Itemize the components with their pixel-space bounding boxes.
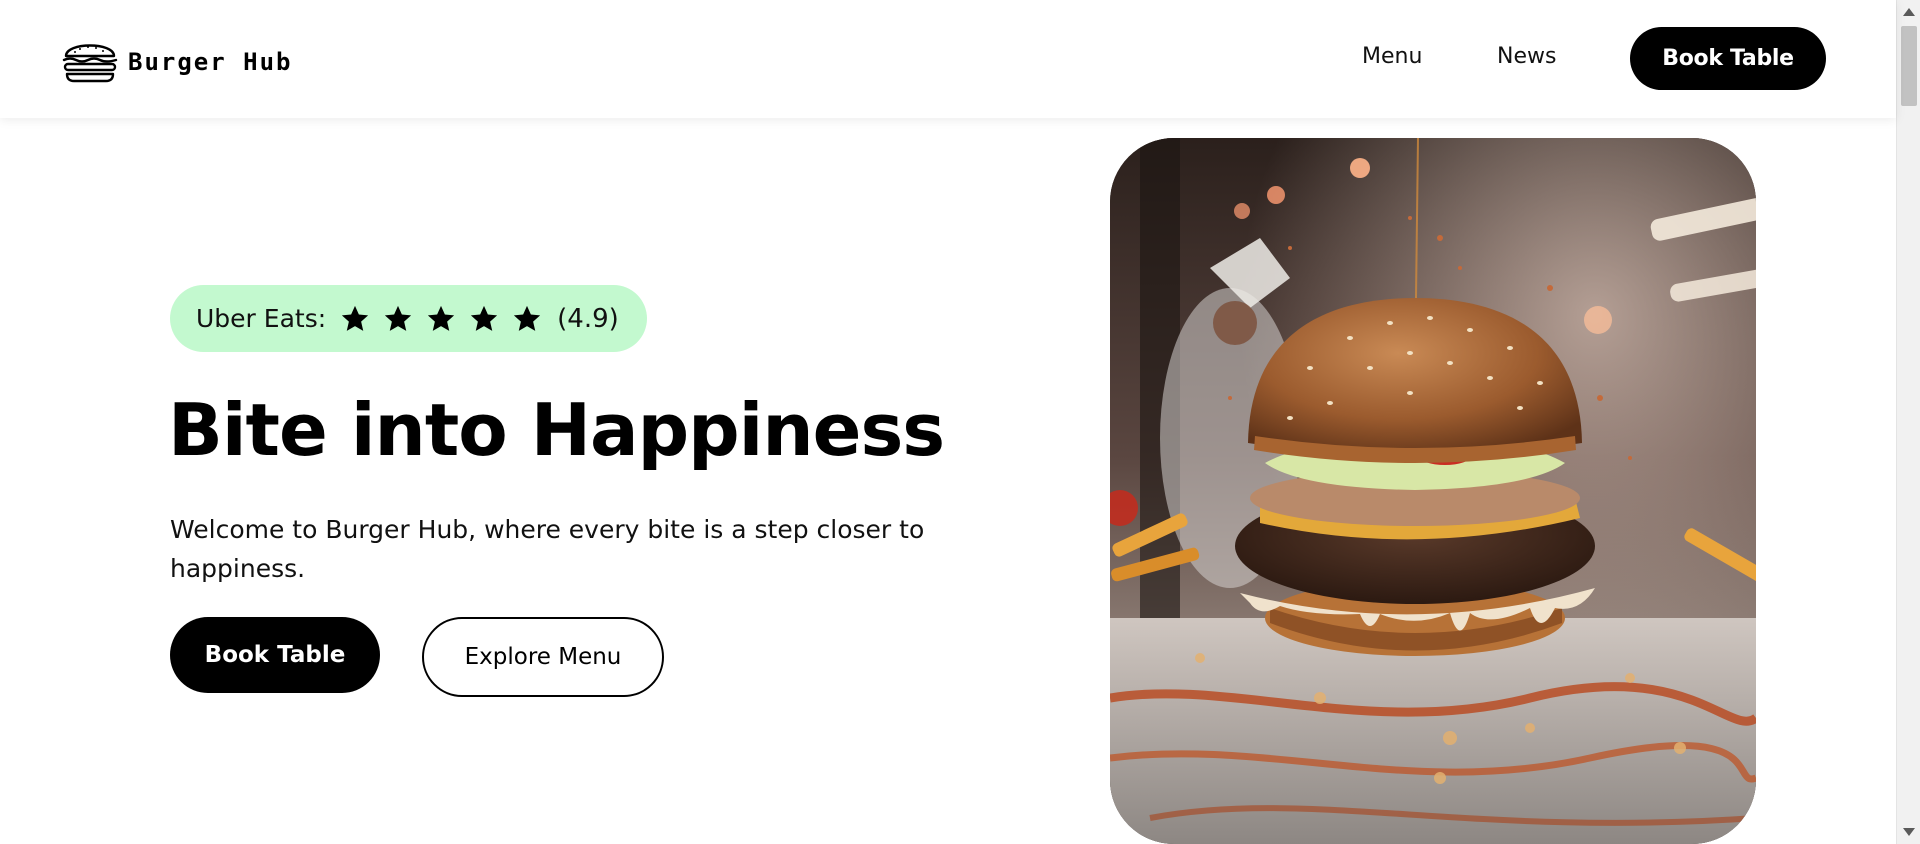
rating-label: Uber Eats: [196, 304, 327, 333]
hero-title: Bite into Happiness [168, 388, 945, 472]
rating-stars [340, 304, 555, 334]
star-icon [428, 305, 455, 331]
brand-logo[interactable]: Burger Hub [60, 36, 293, 84]
burger-photo [1110, 138, 1756, 844]
hero-burger-image [1110, 138, 1756, 844]
rating-badge: Uber Eats: (4.9) [170, 285, 647, 352]
star-icon [342, 305, 369, 331]
star-icon [514, 305, 541, 331]
site-header: Burger Hub Menu News Book Table [0, 0, 1896, 118]
scroll-thumb[interactable] [1901, 26, 1917, 106]
nav-news-link[interactable]: News [1497, 44, 1556, 69]
scroll-up-arrow-icon[interactable] [1903, 8, 1915, 16]
header-book-table-button[interactable]: Book Table [1630, 27, 1826, 90]
star-icon [385, 305, 412, 331]
explore-menu-button[interactable]: Explore Menu [422, 617, 664, 697]
page-scrollbar[interactable] [1896, 0, 1920, 844]
scroll-down-arrow-icon[interactable] [1903, 828, 1915, 836]
hero-book-table-button[interactable]: Book Table [170, 617, 380, 693]
hero-description: Welcome to Burger Hub, where every bite … [170, 515, 925, 583]
brand-name: Burger Hub [128, 48, 293, 76]
burger-icon [62, 44, 118, 83]
rating-score: (4.9) [557, 303, 619, 334]
nav-menu-link[interactable]: Menu [1362, 44, 1422, 69]
star-icon [471, 305, 498, 331]
